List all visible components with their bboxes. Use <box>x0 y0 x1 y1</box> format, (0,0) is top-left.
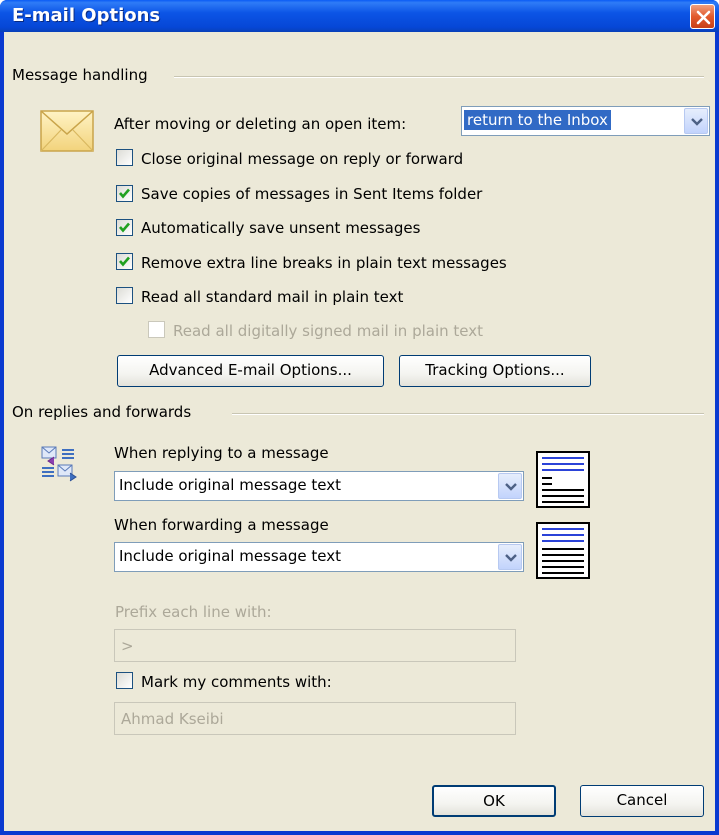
ok-button[interactable]: OK <box>432 785 556 817</box>
autosave-unsent-label[interactable]: Automatically save unsent messages <box>141 219 420 237</box>
title-bar[interactable]: E-mail Options <box>0 0 719 32</box>
prefix-input[interactable]: > <box>114 629 516 662</box>
mark-comments-checkbox[interactable] <box>116 672 133 689</box>
replying-value: Include original message text <box>119 476 341 494</box>
reply-format-preview <box>536 451 590 508</box>
prefix-label: Prefix each line with: <box>115 603 272 621</box>
remove-line-breaks-checkbox[interactable] <box>116 253 133 270</box>
checkmark-icon <box>119 188 130 199</box>
group-divider <box>174 76 704 78</box>
prefix-value: > <box>121 637 134 655</box>
replying-label: When replying to a message <box>114 444 329 462</box>
forwarding-select[interactable]: Include original message text <box>114 542 524 572</box>
checkmark-icon <box>119 256 130 267</box>
email-options-dialog: E-mail Options Message handling After mo… <box>0 0 719 835</box>
after-moving-select[interactable]: return to the Inbox <box>461 106 710 136</box>
forwarding-value: Include original message text <box>119 547 341 565</box>
chevron-down-icon <box>505 483 517 491</box>
remove-line-breaks-label[interactable]: Remove extra line breaks in plain text m… <box>141 254 507 272</box>
mark-comments-input[interactable]: Ahmad Kseibi <box>114 702 516 735</box>
reply-forward-icon <box>41 446 77 482</box>
advanced-email-options-button[interactable]: Advanced E-mail Options... <box>117 355 384 387</box>
chevron-down-icon <box>691 118 703 126</box>
close-icon <box>696 10 711 25</box>
read-plain-text-checkbox[interactable] <box>116 287 133 304</box>
read-signed-plain-text-label: Read all digitally signed mail in plain … <box>173 322 483 340</box>
read-signed-plain-text-checkbox[interactable] <box>148 321 165 338</box>
chevron-down-icon <box>505 554 517 562</box>
replying-select[interactable]: Include original message text <box>114 471 524 501</box>
mark-comments-value: Ahmad Kseibi <box>121 710 224 728</box>
forward-format-preview <box>536 522 590 579</box>
read-plain-text-label[interactable]: Read all standard mail in plain text <box>141 288 403 306</box>
forwarding-dropdown-button[interactable] <box>498 544 522 570</box>
after-moving-value: return to the Inbox <box>464 110 611 130</box>
cancel-button[interactable]: Cancel <box>580 785 704 817</box>
dialog-title: E-mail Options <box>12 5 161 26</box>
save-copies-label[interactable]: Save copies of messages in Sent Items fo… <box>141 185 482 203</box>
close-button[interactable] <box>690 4 715 29</box>
dialog-body: Message handling After moving or deletin… <box>4 32 715 831</box>
checkmark-icon <box>119 222 130 233</box>
save-copies-checkbox[interactable] <box>116 185 133 202</box>
forwarding-label: When forwarding a message <box>114 516 329 534</box>
group-divider <box>232 413 704 415</box>
after-moving-dropdown-button[interactable] <box>684 108 708 134</box>
after-moving-label: After moving or deleting an open item: <box>114 115 407 133</box>
replies-forwards-group-label: On replies and forwards <box>12 403 198 421</box>
mark-comments-label[interactable]: Mark my comments with: <box>141 673 332 691</box>
replying-dropdown-button[interactable] <box>498 473 522 499</box>
message-handling-group-label: Message handling <box>12 66 154 84</box>
close-original-checkbox[interactable] <box>116 149 133 166</box>
tracking-options-button[interactable]: Tracking Options... <box>399 355 591 387</box>
autosave-unsent-checkbox[interactable] <box>116 219 133 236</box>
envelope-icon <box>40 110 94 152</box>
close-original-label[interactable]: Close original message on reply or forwa… <box>141 150 463 168</box>
